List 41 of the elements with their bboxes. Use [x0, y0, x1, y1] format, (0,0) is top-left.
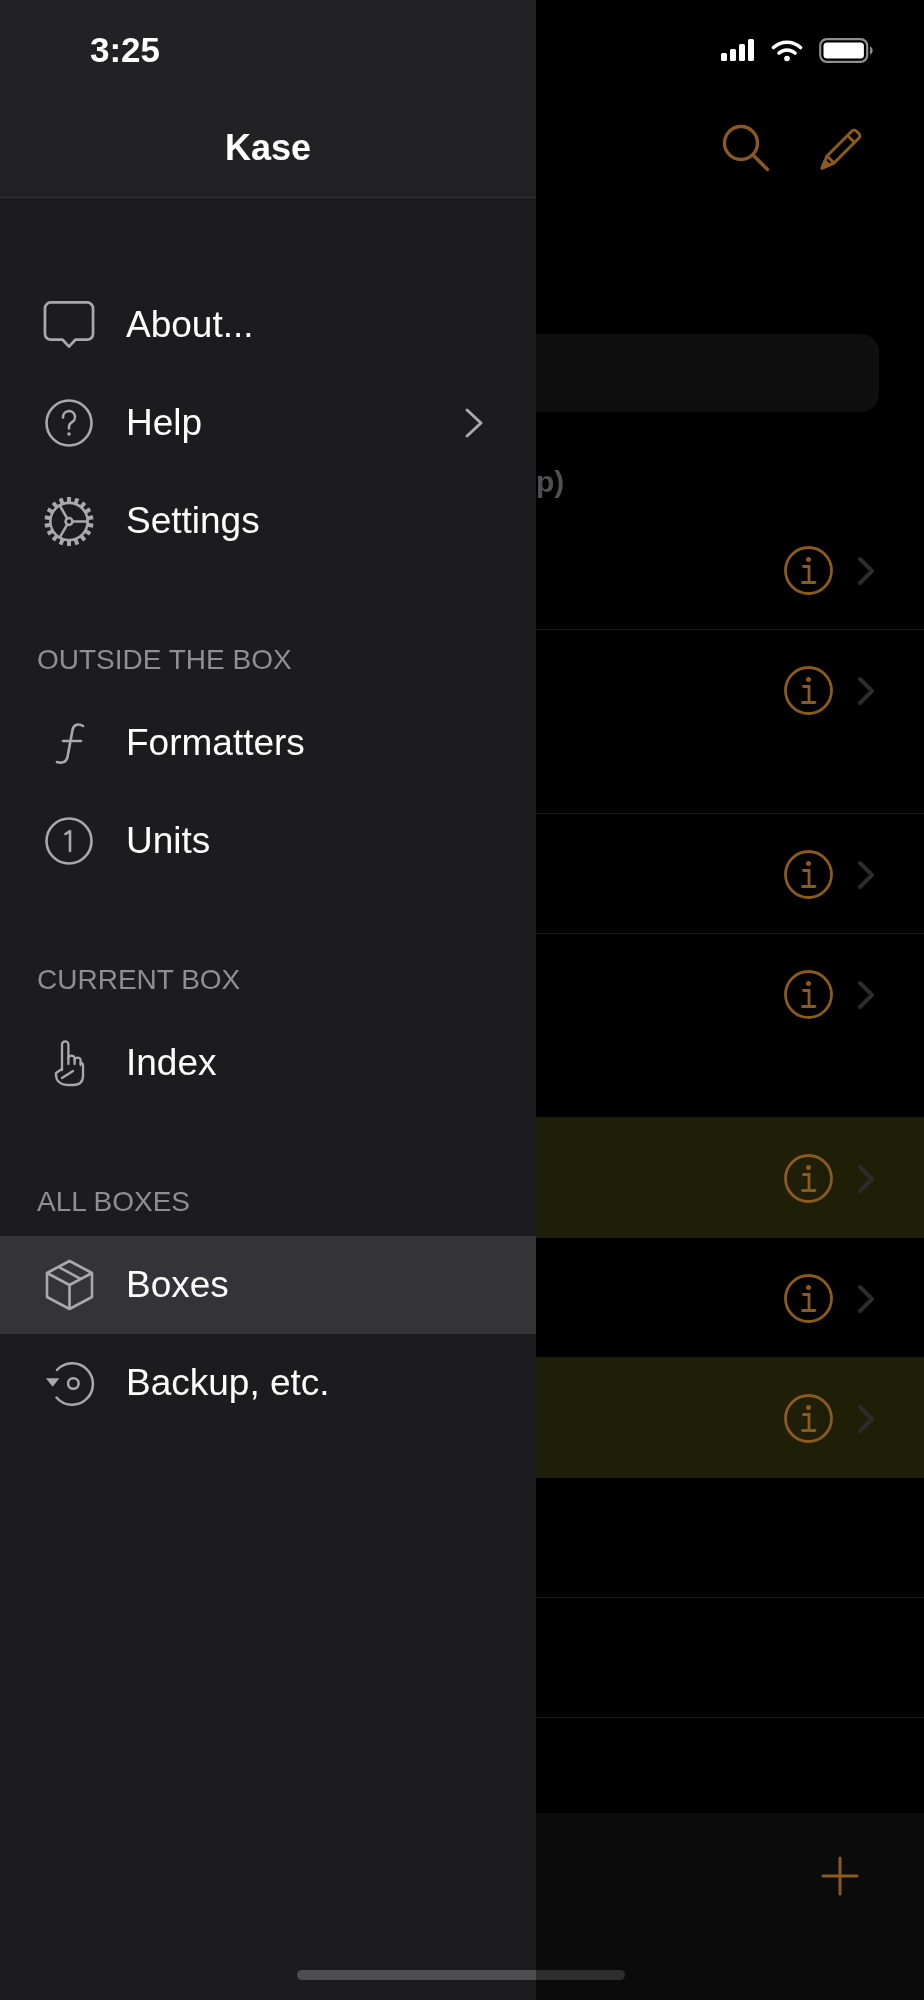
section-header: OUTSIDE THE BOX	[37, 643, 292, 677]
section-header: CURRENT BOX	[37, 963, 241, 997]
chevron-right-icon[interactable]	[857, 555, 875, 586]
menu-item[interactable]: Index	[0, 1014, 536, 1112]
menu-item[interactable]: Units	[0, 792, 536, 890]
wifi-icon	[771, 38, 803, 62]
drawer-title: Kase	[224, 126, 312, 169]
info-icon[interactable]	[784, 666, 833, 715]
status-time: 3:25	[90, 30, 161, 70]
chevron-right-icon[interactable]	[857, 675, 875, 706]
cube-icon	[44, 1259, 94, 1311]
menu-item[interactable]: Boxes	[0, 1236, 536, 1334]
signal-icon	[721, 39, 755, 61]
info-icon[interactable]	[784, 850, 833, 899]
chevron-right-icon[interactable]	[857, 979, 875, 1010]
pointing-hand-icon	[53, 1039, 85, 1087]
question-circle-icon	[45, 399, 93, 447]
info-icon[interactable]	[784, 1394, 833, 1443]
menu-item[interactable]: Formatters	[0, 694, 536, 792]
chevron-right-icon[interactable]	[857, 1283, 875, 1314]
info-icon[interactable]	[784, 1274, 833, 1323]
section-header: ALL BOXES	[37, 1185, 191, 1219]
menu-item[interactable]: Settings	[0, 472, 536, 570]
speech-bubble-icon	[43, 300, 95, 350]
chevron-right-icon[interactable]	[857, 859, 875, 890]
chevron-right-icon[interactable]	[857, 1403, 875, 1434]
function-icon	[53, 721, 85, 765]
search-field[interactable]	[536, 334, 879, 412]
chevron-right-icon[interactable]	[857, 1163, 875, 1194]
menu-item[interactable]: Backup, etc.	[0, 1334, 536, 1432]
gear-icon	[43, 494, 95, 548]
info-icon[interactable]	[784, 546, 833, 595]
battery-icon	[819, 37, 873, 63]
number-circle-icon	[45, 817, 93, 865]
list-section-header: p)	[536, 464, 565, 500]
info-icon[interactable]	[784, 970, 833, 1019]
info-icon[interactable]	[784, 1154, 833, 1203]
search-icon[interactable]	[722, 124, 770, 172]
plus-icon[interactable]	[821, 1856, 859, 1896]
menu-item[interactable]: About...	[0, 276, 536, 374]
menu-item[interactable]: Help	[0, 374, 536, 472]
